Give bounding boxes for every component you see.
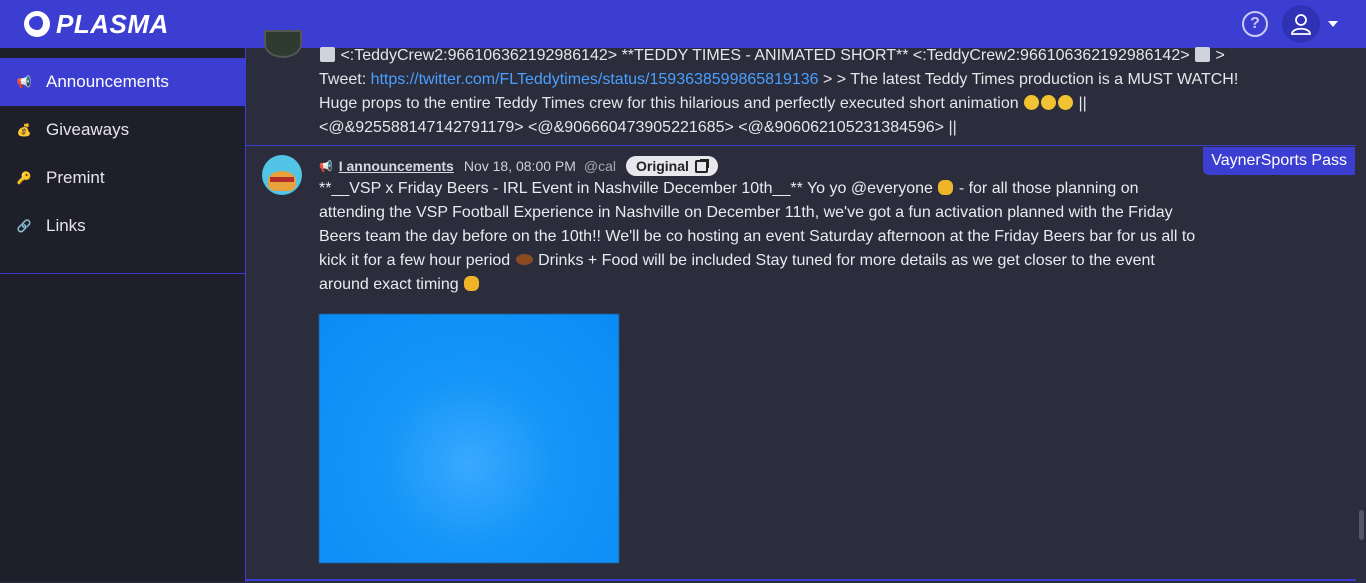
plasma-logo-icon <box>24 11 50 37</box>
tweet-link[interactable]: https://twitter.com/FLTeddytimes/status/… <box>371 71 819 88</box>
message-header: 📢 I announcements Nov 18, 08:00 PM @cal … <box>319 156 718 176</box>
message-item: 📢 I announcements Nov 18, 08:00 PM @cal … <box>246 147 1357 583</box>
user-icon <box>1291 14 1311 35</box>
avatar[interactable] <box>262 155 302 195</box>
message-timestamp: Nov 18, 08:00 PM <box>463 158 576 174</box>
message-feed: <:TeddyCrew2:966106362192986142> **TEDDY… <box>245 30 1366 583</box>
fist-bump-emoji-icon <box>464 276 480 291</box>
sidebar-item-giveaways[interactable]: 💰 Giveaways <box>0 106 245 154</box>
help-icon[interactable]: ? <box>1242 11 1268 37</box>
football-emoji-icon <box>515 254 533 265</box>
header-actions: ? <box>1242 0 1338 48</box>
author-handle: @cal <box>583 158 617 174</box>
scrollbar-thumb[interactable] <box>1359 510 1364 540</box>
app-title: PLASMA <box>56 8 169 39</box>
money-bag-icon: 💰 <box>16 123 32 137</box>
message-body: <:TeddyCrew2:966106362192986142> **TEDDY… <box>319 47 1239 136</box>
user-menu-button[interactable] <box>1282 5 1320 43</box>
clap-emoji-icon <box>1041 95 1057 110</box>
sidebar-item-label: Announcements <box>46 72 169 91</box>
external-link-icon <box>694 158 709 173</box>
megaphone-icon: 📢 <box>319 160 333 173</box>
newspaper-emoji-icon <box>320 47 335 62</box>
sidebar-item-announcements[interactable]: 📢 Announcements <box>0 58 245 106</box>
top-bar: PLASMA ? <box>0 0 1366 48</box>
app-logo[interactable]: PLASMA <box>24 9 169 40</box>
newspaper-emoji-icon <box>1195 47 1211 62</box>
divider <box>246 579 1357 581</box>
clap-emoji-icon <box>1058 95 1074 110</box>
original-link-button[interactable]: Original <box>626 156 718 176</box>
key-icon: 🔑 <box>16 171 32 185</box>
clap-emoji-icon <box>1024 95 1040 110</box>
sidebar-item-premint[interactable]: 🔑 Premint <box>0 154 245 202</box>
message-previous: <:TeddyCrew2:966106362192986142> **TEDDY… <box>246 30 1357 146</box>
megaphone-icon: 📢 <box>16 75 32 89</box>
sidebar-item-label: Premint <box>46 168 105 187</box>
sidebar-item-label: Giveaways <box>46 120 130 139</box>
sidebar: 📢 Announcements 💰 Giveaways 🔑 Premint 🔗 … <box>0 48 245 582</box>
sidebar-nav: 📢 Announcements 💰 Giveaways 🔑 Premint 🔗 … <box>0 48 245 274</box>
message-image[interactable] <box>319 314 619 563</box>
message-body: **__VSP x Friday Beers - IRL Event in Na… <box>319 180 1196 293</box>
heart-hands-emoji-icon <box>938 180 954 195</box>
channel-name[interactable]: I announcements <box>339 158 454 174</box>
sidebar-item-links[interactable]: 🔗 Links <box>0 202 245 250</box>
link-icon: 🔗 <box>16 219 32 233</box>
avatar[interactable] <box>264 30 302 58</box>
server-tag: VaynerSports Pass <box>1203 147 1355 175</box>
chevron-down-icon[interactable] <box>1328 21 1338 27</box>
original-label: Original <box>636 158 689 174</box>
scrollbar[interactable] <box>1356 48 1366 582</box>
sidebar-item-label: Links <box>46 216 86 235</box>
